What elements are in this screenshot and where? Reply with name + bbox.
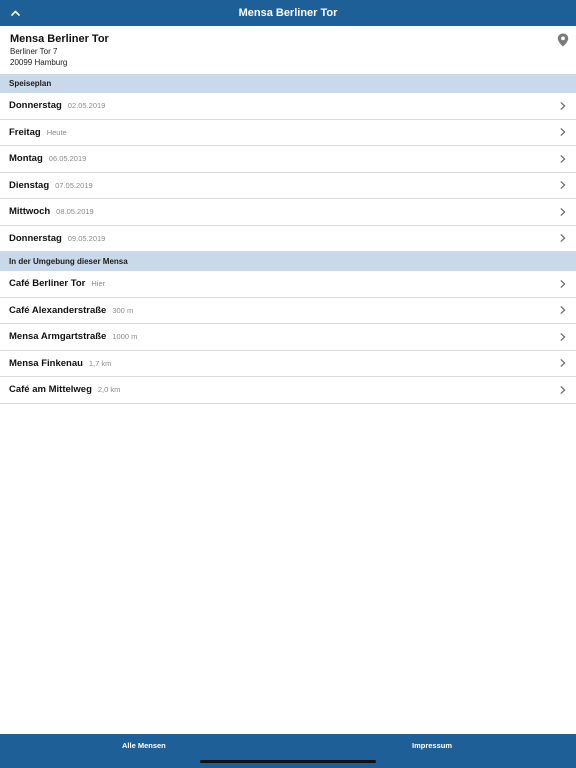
content-list: Speiseplan Donnerstag 02.05.2019 Freitag He… (0, 74, 576, 404)
home-indicator (200, 760, 376, 763)
nearby-mensa-row-detail: 300 m (112, 305, 134, 315)
menu-day-row-detail: Heute (46, 127, 67, 137)
chevron-right-icon (560, 207, 566, 216)
chevron-right-icon (560, 279, 566, 288)
menu-day-row-detail: 07.05.2019 (55, 180, 93, 190)
menu-day-row[interactable]: Donnerstag 02.05.2019 (0, 93, 576, 120)
nearby-mensa-row-detail: 1000 m (112, 332, 138, 342)
menu-day-row[interactable]: Donnerstag 09.05.2019 (0, 225, 576, 252)
menu-day-row-detail: 08.05.2019 (56, 207, 94, 217)
menu-day-list: Donnerstag 02.05.2019 Freitag Heute Montag 06… (0, 93, 576, 252)
nearby-list: Café Berliner Tor Hier Café Alexanderstraß… (0, 271, 576, 404)
chevron-right-icon (560, 306, 566, 315)
chevron-right-icon (560, 332, 566, 341)
nearby-mensa-row[interactable]: Café Berliner Tor Hier (0, 271, 576, 298)
nearby-mensa-row[interactable]: Mensa Finkenau 1,7 km (0, 350, 576, 377)
menu-day-row[interactable]: Montag 06.05.2019 (0, 146, 576, 173)
menu-day-row-detail: 02.05.2019 (67, 101, 106, 111)
menu-day-row-label: Freitag (9, 126, 41, 138)
mensa-info-card: Mensa Berliner Tor Berliner Tor 7 20099 … (0, 26, 576, 74)
impressum-button[interactable]: Impressum (412, 741, 452, 750)
menu-day-row[interactable]: Mittwoch 08.05.2019 (0, 199, 576, 226)
nearby-mensa-row-label: Mensa Finkenau (9, 357, 83, 369)
nearby-mensa-row-detail: 1,7 km (88, 358, 112, 368)
menu-day-row-label: Montag (9, 153, 43, 165)
chevron-right-icon (560, 359, 566, 368)
chevron-right-icon (560, 385, 566, 394)
map-pin-icon[interactable] (557, 33, 569, 47)
bottom-toolbar: Alle Mensen Impressum (0, 734, 576, 768)
back-button[interactable] (6, 3, 24, 23)
mensa-street: Berliner Tor 7 (10, 47, 58, 56)
navigation-bar: Mensa Berliner Tor (0, 0, 576, 26)
nearby-mensa-row-detail: 2,0 km (97, 385, 121, 395)
nearby-mensa-row-detail: Hier (91, 279, 106, 289)
chevron-right-icon (560, 128, 566, 137)
section-header-nearby: In der Umgebung dieser Mensa (0, 252, 576, 271)
nearby-mensa-row-label: Café Alexanderstraße (9, 304, 107, 316)
nearby-mensa-row-label: Café Berliner Tor (9, 278, 86, 290)
menu-day-row-label: Mittwoch (9, 206, 51, 218)
menu-day-row-label: Donnerstag (9, 100, 62, 112)
menu-day-row-detail: 09.05.2019 (67, 233, 106, 243)
nearby-mensa-row[interactable]: Café Alexanderstraße 300 m (0, 297, 576, 324)
chevron-right-icon (560, 181, 566, 190)
nearby-mensa-row-label: Café am Mittelweg (9, 384, 92, 396)
menu-day-row[interactable]: Dienstag 07.05.2019 (0, 172, 576, 199)
nearby-mensa-row[interactable]: Café am Mittelweg 2,0 km (0, 377, 576, 404)
nearby-mensa-row[interactable]: Mensa Armgartstraße 1000 m (0, 324, 576, 351)
menu-day-row-detail: 06.05.2019 (48, 154, 87, 164)
chevron-right-icon (560, 154, 566, 163)
mensa-city: 20099 Hamburg (10, 58, 68, 67)
menu-day-row-label: Dienstag (9, 179, 50, 191)
chevron-right-icon (560, 234, 566, 243)
nearby-mensa-row-label: Mensa Armgartstraße (9, 331, 107, 343)
chevron-right-icon (560, 101, 566, 110)
mensa-name: Mensa Berliner Tor (10, 33, 109, 45)
menu-day-row[interactable]: Freitag Heute (0, 119, 576, 146)
all-mensen-button[interactable]: Alle Mensen (122, 741, 166, 750)
section-header-menu: Speiseplan (0, 74, 576, 93)
page-title: Mensa Berliner Tor (238, 7, 338, 19)
menu-day-row-label: Donnerstag (9, 232, 62, 244)
chevron-up-icon (10, 10, 20, 16)
